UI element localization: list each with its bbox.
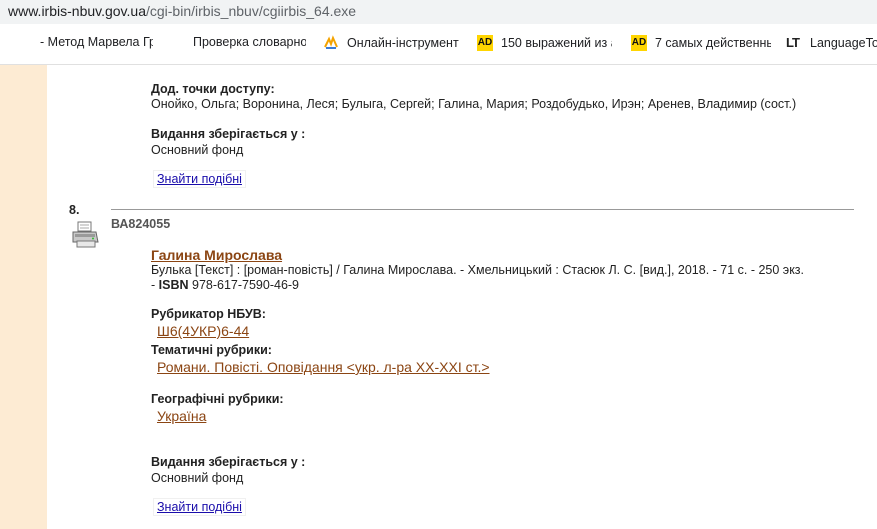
search-results: Дод. точки доступу: Онойко, Ольга; Ворон…	[47, 65, 877, 529]
find-similar-link[interactable]: Знайти подібні	[153, 498, 246, 516]
bookmark-item[interactable]: - Метод Марвела Гр	[40, 35, 153, 49]
thematic-label: Тематичні рубрики:	[151, 343, 272, 357]
bookmark-item[interactable]: AD 7 самых действенны	[631, 35, 771, 51]
record-number: 8.	[69, 203, 80, 217]
access-points-value: Онойко, Ольга; Воронина, Леся; Булыга, С…	[151, 97, 797, 111]
holdings-label: Видання зберігається у :	[151, 455, 306, 469]
record-description: Булька [Текст] : [роман-повість] / Галин…	[151, 263, 805, 277]
isbn-line: - ISBN 978-617-7590-46-9	[151, 278, 300, 292]
left-margin-strip	[0, 65, 47, 529]
languagetool-icon: LT	[786, 35, 800, 50]
geo-link[interactable]: Україна	[157, 408, 206, 424]
ad-logo-icon: AD	[477, 35, 493, 51]
ad-logo-icon: AD	[631, 35, 647, 51]
bookmark-item[interactable]: Онлайн-інструменти	[323, 35, 459, 51]
find-similar-link[interactable]: Знайти подібні	[153, 170, 246, 188]
holdings-label: Видання зберігається у :	[151, 127, 306, 141]
printer-icon[interactable]	[69, 218, 101, 250]
url-text[interactable]: www.irbis-nbuv.gov.ua/cgi-bin/irbis_nbuv…	[8, 3, 356, 19]
access-points-label: Дод. точки доступу:	[151, 82, 275, 96]
bookmarks-bar: - Метод Марвела Гр Проверка словарно Онл…	[0, 24, 877, 65]
record-code: ВА824055	[111, 217, 171, 231]
record-divider	[111, 209, 854, 210]
rubricator-link[interactable]: Ш6(4УКР)6-44	[157, 323, 249, 339]
bookmark-item[interactable]: Проверка словарно	[193, 35, 306, 49]
holdings-value: Основний фонд	[151, 471, 244, 485]
author-link[interactable]: Галина Мирослава	[151, 247, 282, 263]
address-bar[interactable]: www.irbis-nbuv.gov.ua/cgi-bin/irbis_nbuv…	[0, 0, 877, 24]
geo-label: Географічні рубрики:	[151, 392, 284, 406]
rubricator-label: Рубрикатор НБУВ:	[151, 307, 266, 321]
holdings-value: Основний фонд	[151, 143, 244, 157]
bookmark-item[interactable]: LT LanguageToo	[786, 35, 877, 51]
thematic-link[interactable]: Романи. Повісті. Оповідання <укр. л-ра X…	[157, 359, 490, 375]
bookmark-item[interactable]: AD 150 выражений из а	[477, 35, 612, 51]
tools-icon	[323, 35, 339, 51]
